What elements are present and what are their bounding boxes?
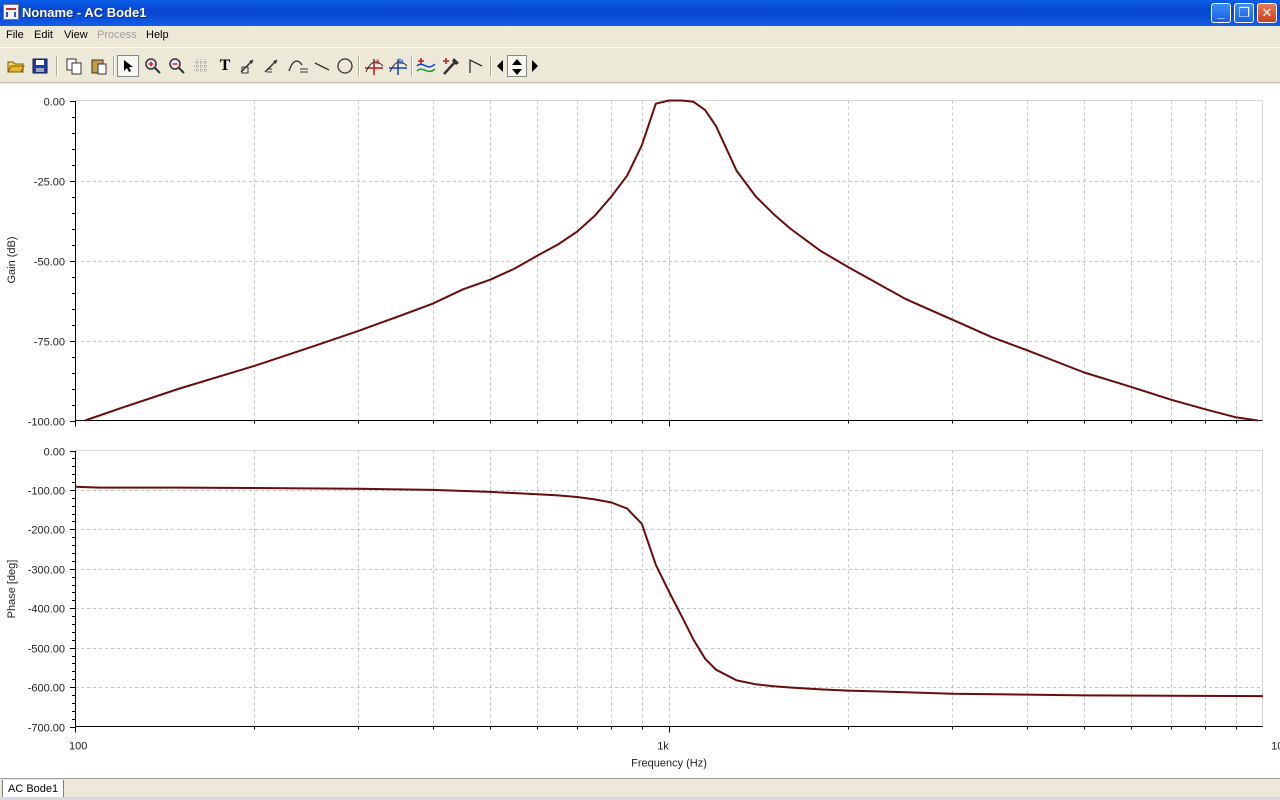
next-button[interactable] <box>527 55 543 77</box>
grid-icon <box>194 59 208 73</box>
zoom-out-icon <box>169 58 185 74</box>
text-icon: T <box>219 57 231 74</box>
y-tick-label: -700.00 <box>28 723 65 735</box>
arrow-left-icon <box>497 60 503 72</box>
y-tick-label: -100.00 <box>28 486 65 498</box>
save-button[interactable] <box>29 55 51 77</box>
menu-process: Process <box>97 29 137 41</box>
zoom-in-button[interactable] <box>142 55 164 77</box>
minimize-button[interactable]: _ <box>1211 3 1231 23</box>
text-tool-button[interactable]: T <box>214 55 236 77</box>
paste-button[interactable] <box>88 55 110 77</box>
zoom-out-button[interactable] <box>166 55 188 77</box>
y-tick-label: -50.00 <box>34 257 65 269</box>
open-icon <box>7 61 25 73</box>
maximize-button[interactable]: ❐ <box>1234 3 1254 23</box>
menu-help[interactable]: Help <box>146 29 169 41</box>
x-tick-label: 100 <box>69 741 87 753</box>
save-icon <box>32 58 48 74</box>
curve-label-button[interactable] <box>288 55 310 77</box>
bode-plot-area: 0.00 -25.00 -50.00 -75.00 -100.00 Gain (dB) 0.… <box>0 84 1280 778</box>
toolbar-separator <box>56 56 58 76</box>
cursor-a-label: a <box>375 57 380 66</box>
line-icon <box>314 62 330 71</box>
window-title: Noname - AC Bode1 <box>22 5 147 20</box>
cursor-b-button[interactable]: b <box>387 55 409 77</box>
curve-label-icon <box>288 60 308 73</box>
circle-icon <box>337 58 353 74</box>
annotation-icon <box>264 59 278 73</box>
grid-button[interactable] <box>190 55 212 77</box>
line-tool-button[interactable] <box>311 55 333 77</box>
zoom-in-icon <box>145 58 161 74</box>
y-tick-label: -400.00 <box>28 604 65 616</box>
y-tick-label: -200.00 <box>28 525 65 537</box>
y-axis-label: Phase [deg] <box>6 560 18 619</box>
x-tick-label: 10k <box>1271 741 1280 753</box>
probe-button[interactable] <box>440 55 462 77</box>
open-button[interactable] <box>5 55 27 77</box>
y-tick-label: -100.00 <box>28 417 65 429</box>
paste-icon <box>91 59 107 75</box>
probe-icon <box>443 58 459 75</box>
y-tick-label: 0.00 <box>44 447 65 459</box>
menu-file[interactable]: File <box>6 29 24 41</box>
y-axis-label: Gain (dB) <box>6 236 18 283</box>
toolbar-separator <box>411 56 413 76</box>
label-tool-button[interactable] <box>238 55 260 77</box>
x-axis-label: Frequency (Hz) <box>631 758 707 770</box>
annotation-tool-button[interactable] <box>262 55 284 77</box>
arrow-right-icon <box>532 60 538 72</box>
toolbar-separator <box>113 56 115 76</box>
toolbar-separator <box>358 56 360 76</box>
y-tick-label: -300.00 <box>28 565 65 577</box>
menu-view[interactable]: View <box>64 29 88 41</box>
add-curve-button[interactable] <box>415 55 437 77</box>
up-down-button[interactable] <box>507 55 527 77</box>
cursor-b-icon: b <box>389 57 408 75</box>
y-tick-label: -500.00 <box>28 644 65 656</box>
y-tick-label: 0.00 <box>44 97 65 109</box>
cursor-a-button[interactable]: a <box>363 55 385 77</box>
copy-button[interactable] <box>63 55 85 77</box>
arrow-up-down-icon <box>512 59 522 75</box>
x-tick-label: 1k <box>657 741 669 753</box>
y-tick-label: -25.00 <box>34 177 65 189</box>
prev-button[interactable] <box>492 55 508 77</box>
title-bar: Noname - AC Bode1 _ ❐ ✕ <box>0 0 1280 26</box>
menu-bar: File Edit View Process Help <box>0 26 1280 46</box>
cursor-a-icon: a <box>365 57 384 75</box>
cursor-b-label: b <box>399 57 404 66</box>
marker-button[interactable] <box>465 55 487 77</box>
pointer-icon <box>124 60 133 72</box>
gain-curve <box>84 99 1258 422</box>
label-icon <box>240 59 254 74</box>
app-icon <box>3 4 19 20</box>
y-tick-label: -600.00 <box>28 683 65 695</box>
marker-icon <box>469 58 483 73</box>
menu-edit[interactable]: Edit <box>34 29 53 41</box>
pointer-button[interactable] <box>117 55 139 77</box>
y-tick-label: -75.00 <box>34 337 65 349</box>
copy-icon <box>66 58 82 75</box>
add-curve-icon <box>416 58 436 73</box>
bode-chart: 0.00 -25.00 -50.00 -75.00 -100.00 Gain (dB) 0.… <box>6 97 1280 770</box>
close-button[interactable]: ✕ <box>1257 3 1277 23</box>
toolbar: T a b <box>0 47 1280 83</box>
circle-tool-button[interactable] <box>334 55 356 77</box>
